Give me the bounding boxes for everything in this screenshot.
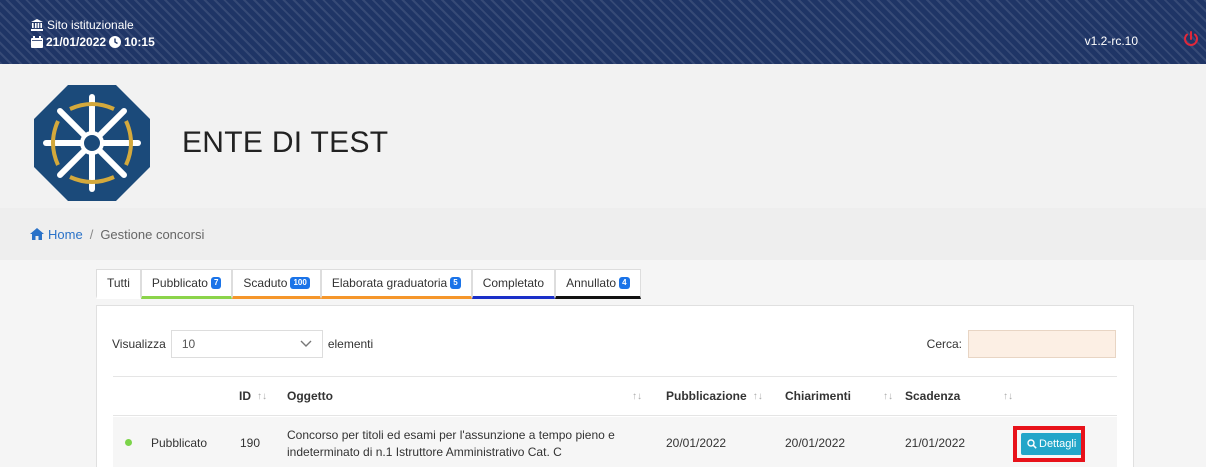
date-time: 21/01/2022 10:15 (31, 35, 155, 49)
count-badge: 7 (210, 277, 222, 289)
tab-scaduto[interactable]: Scaduto 100 (232, 269, 321, 299)
site-label: Sito istituzionale (47, 18, 134, 32)
column-label: Scadenza (905, 389, 961, 403)
sort-icon: ↑↓ (257, 390, 267, 402)
tab-label: Tutti (107, 276, 130, 290)
search-icon (1027, 439, 1037, 449)
status-tabs: Tutti Pubblicato 7 Scaduto 100 Elaborata… (96, 269, 641, 299)
breadcrumb-separator: / (89, 226, 94, 242)
count-badge: 5 (450, 277, 461, 289)
date-text: 21/01/2022 (46, 35, 107, 49)
breadcrumb: Home / Gestione concorsi (0, 208, 1206, 260)
table-row: Pubblicato 190 Concorso per titoli ed es… (113, 417, 1117, 467)
row-scadenza: 21/01/2022 (905, 436, 966, 450)
sort-icon: ↑↓ (752, 390, 763, 402)
search-label: Cerca: (926, 337, 962, 351)
tab-label: Pubblicato (151, 276, 208, 290)
calendar-icon (31, 36, 43, 48)
page-length-control: Visualizza 10 elementi (112, 330, 373, 358)
tab-label: Elaborata graduatoria (331, 276, 448, 290)
row-oggetto: Concorso per titoli ed esami per l'assun… (287, 428, 615, 459)
count-badge: 4 (619, 277, 630, 289)
tab-pubblicato[interactable]: Pubblicato 7 (140, 269, 233, 299)
power-icon[interactable] (1182, 30, 1200, 48)
search-input[interactable] (968, 330, 1116, 358)
logo[interactable] (30, 81, 154, 205)
tab-tutti[interactable]: Tutti (96, 269, 141, 299)
breadcrumb-home[interactable]: Home (30, 227, 83, 242)
search-control: Cerca: (927, 330, 1116, 358)
time-text: 10:15 (124, 35, 155, 49)
page-length-value: 10 (181, 337, 196, 351)
concorsi-card: Visualizza 10 elementi Cerca: ID ↑↓ Ogget… (96, 305, 1134, 467)
tab-label: Completato (482, 276, 545, 290)
column-header-chiarimenti[interactable]: Chiarimenti ↑↓ (785, 389, 893, 403)
status-dot (125, 439, 132, 446)
clock-icon (109, 36, 122, 48)
column-label: ID (239, 389, 251, 403)
sort-icon: ↑↓ (1003, 390, 1013, 402)
row-chiarimenti: 20/01/2022 (785, 436, 846, 450)
sort-icon: ↑↓ (883, 390, 893, 402)
sort-icon: ↑↓ (632, 390, 642, 402)
elements-label: elementi (327, 337, 374, 351)
tab-elaborata-graduatoria[interactable]: Elaborata graduatoria 5 (320, 269, 472, 299)
header: ENTE DI TEST (0, 64, 1206, 208)
column-header-pubblicazione[interactable]: Pubblicazione ↑↓ (666, 389, 763, 403)
breadcrumb-current: Gestione concorsi (100, 226, 205, 242)
details-button[interactable]: Dettagli (1021, 433, 1083, 455)
details-button-label: Dettagli (1039, 438, 1077, 450)
status-text: Pubblicato (151, 436, 208, 450)
column-label: Chiarimenti (785, 389, 852, 403)
tab-label: Annullato (566, 276, 617, 290)
column-header-oggetto[interactable]: Oggetto ↑↓ (287, 389, 642, 403)
site-link[interactable]: Sito istituzionale (31, 18, 134, 32)
tab-annullato[interactable]: Annullato 4 (555, 269, 641, 299)
tab-label: Scaduto (243, 276, 288, 290)
bank-icon (31, 19, 43, 31)
column-header-scadenza[interactable]: Scadenza ↑↓ (905, 389, 1013, 403)
row-pubblicazione: 20/01/2022 (666, 436, 727, 450)
column-label: Oggetto (287, 389, 333, 403)
table-header: ID ↑↓ Oggetto ↑↓ Pubblicazione ↑↓ Chiarimen… (113, 376, 1117, 416)
breadcrumb-home-label: Home (48, 226, 83, 242)
top-bar: Sito istituzionale 21/01/2022 10:15 v1.2… (0, 0, 1206, 64)
row-id: 190 (240, 436, 261, 450)
show-label: Visualizza (112, 337, 166, 351)
count-badge: 100 (290, 277, 310, 289)
page-length-select[interactable]: 10 (170, 330, 323, 358)
column-label: Pubblicazione (666, 389, 747, 403)
version-label: v1.2-rc.10 (1084, 34, 1138, 48)
column-header-id[interactable]: ID ↑↓ (239, 389, 267, 403)
home-icon (30, 228, 44, 240)
ente-title: ENTE DI TEST (182, 126, 389, 159)
tab-completato[interactable]: Completato (471, 269, 556, 299)
chevron-down-icon (300, 340, 312, 347)
